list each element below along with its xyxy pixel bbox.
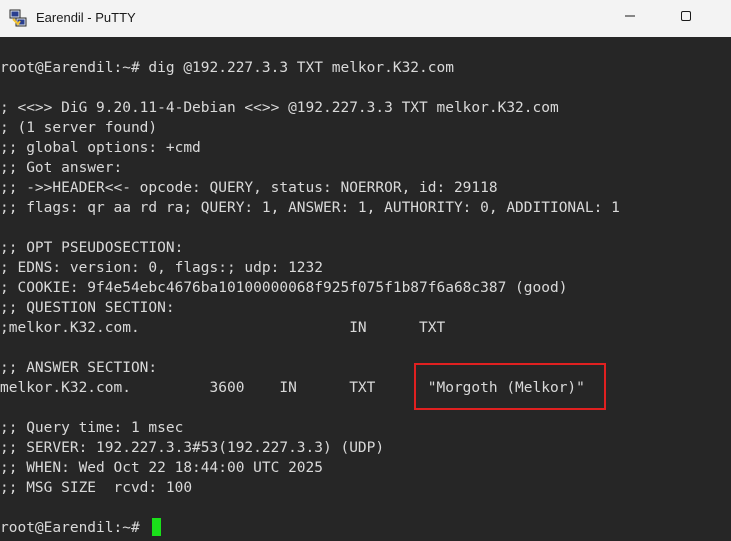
terminal-line: ;; ->>HEADER<<- opcode: QUERY, status: N… — [0, 180, 498, 196]
terminal-line: ;melkor.K32.com. IN TXT — [0, 320, 446, 336]
terminal-line: ;; WHEN: Wed Oct 22 18:44:00 UTC 2025 — [0, 460, 324, 476]
terminal-line: ;; ANSWER SECTION: — [0, 360, 158, 376]
terminal-line: ;; global options: +cmd — [0, 140, 201, 156]
title-bar[interactable]: Earendil - PuTTY — [0, 0, 731, 37]
terminal-line: ;; SERVER: 192.227.3.3#53(192.227.3.3) (… — [0, 440, 385, 456]
terminal-line: ; <<>> DiG 9.20.11-4-Debian <<>> @192.22… — [0, 100, 559, 116]
terminal-line: ;; flags: qr aa rd ra; QUERY: 1, ANSWER:… — [0, 200, 620, 216]
terminal-area[interactable]: root@Earendil:~# dig @192.227.3.3 TXT me… — [0, 37, 731, 541]
terminal-line: ;; OPT PSEUDOSECTION: — [0, 240, 184, 256]
terminal-cursor — [152, 518, 161, 536]
terminal-line: ;; Got answer: — [0, 160, 123, 176]
maximize-icon — [680, 10, 692, 25]
minimize-icon — [624, 10, 636, 25]
putty-icon[interactable] — [9, 9, 27, 27]
terminal-prompt: root@Earendil:~# — [0, 520, 149, 536]
terminal-line-prompt-command: root@Earendil:~# dig @192.227.3.3 TXT me… — [0, 60, 454, 76]
terminal-line: ; COOKIE: 9f4e54ebc4676ba10100000068f925… — [0, 280, 568, 296]
minimize-button[interactable] — [607, 0, 653, 34]
putty-window: Earendil - PuTTY root@Earendil:~# dig @1… — [0, 0, 731, 541]
window-title: Earendil - PuTTY — [36, 10, 136, 25]
answer-highlight-box — [414, 363, 606, 410]
terminal-line: ; (1 server found) — [0, 120, 158, 136]
terminal-line: ; EDNS: version: 0, flags:; udp: 1232 — [0, 260, 324, 276]
maximize-button[interactable] — [663, 0, 709, 34]
terminal-line: ;; MSG SIZE rcvd: 100 — [0, 480, 193, 496]
terminal-line: ;; QUESTION SECTION: — [0, 300, 175, 316]
terminal-line: ;; Query time: 1 msec — [0, 420, 184, 436]
